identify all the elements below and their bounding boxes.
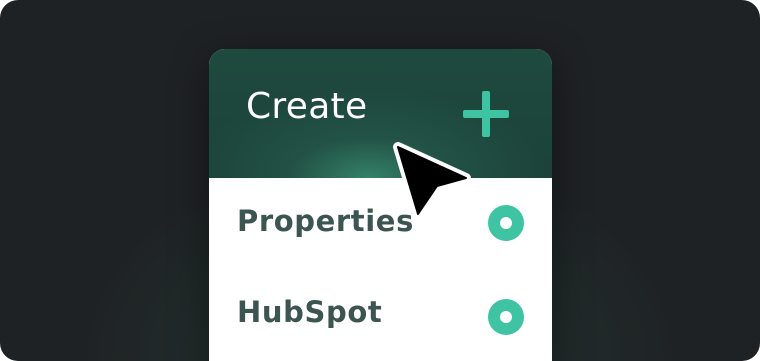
- menu-item-label: HubSpot: [237, 295, 383, 329]
- menu-item-properties[interactable]: Properties: [209, 182, 552, 262]
- radio-dot-icon: [488, 299, 524, 335]
- menu-item-label: Properties: [237, 204, 414, 238]
- plus-icon[interactable]: [459, 87, 513, 141]
- create-header: Create: [209, 49, 552, 178]
- create-title: Create: [246, 86, 368, 127]
- radio-dot-icon: [488, 205, 524, 241]
- create-menu-card: Create Properties HubSpot: [209, 49, 552, 361]
- menu-item-hubspot[interactable]: HubSpot: [209, 278, 552, 358]
- canvas-background: Create Properties HubSpot: [0, 0, 760, 361]
